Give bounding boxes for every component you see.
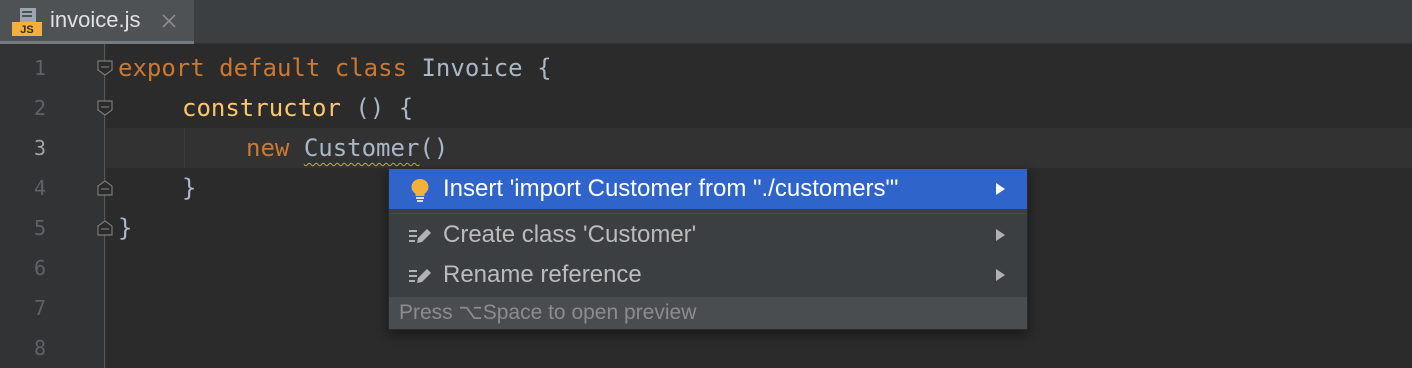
line-number: 1 — [33, 56, 46, 80]
line-number-gutter: 1 2 3 4 5 6 7 8 — [0, 44, 106, 368]
popup-separator — [389, 213, 1027, 214]
submenu-arrow-icon[interactable] — [993, 181, 1007, 197]
constructor-keyword: constructor — [182, 94, 341, 122]
fold-column — [104, 44, 105, 368]
indent-guide — [184, 128, 185, 168]
action-insert-import[interactable]: Insert 'import Customer from "./customer… — [389, 169, 1027, 209]
fold-end-icon[interactable] — [97, 220, 113, 236]
tab-invoice-js[interactable]: JS invoice.js — [0, 0, 194, 44]
javascript-file-icon: JS — [12, 8, 42, 36]
keyword-default: default — [219, 54, 321, 82]
close-brace: } — [182, 174, 197, 202]
close-brace: } — [118, 214, 133, 242]
popup-footer: Press ⌥Space to open preview — [389, 297, 1027, 329]
line-number: 8 — [33, 336, 46, 360]
intention-actions-popup: Insert 'import Customer from "./customer… — [388, 168, 1028, 330]
close-icon[interactable] — [160, 12, 178, 30]
line-number: 4 — [33, 176, 46, 200]
unresolved-reference[interactable]: Customer — [304, 134, 420, 162]
preview-hint: Press ⌥Space to open preview — [399, 301, 697, 324]
keyword-class: class — [334, 54, 408, 82]
line-number: 6 — [33, 256, 46, 280]
lightbulb-icon — [411, 179, 429, 202]
submenu-arrow-icon[interactable] — [993, 227, 1007, 243]
fold-end-icon[interactable] — [97, 180, 113, 196]
action-label: Rename reference — [443, 261, 642, 288]
action-label: Create class 'Customer' — [443, 221, 697, 248]
action-label: Insert 'import Customer from "./customer… — [443, 175, 899, 202]
submenu-arrow-icon[interactable] — [993, 267, 1007, 283]
class-name: Invoice — [421, 54, 523, 82]
open-brace: { — [537, 54, 552, 82]
editor-tab-bar: JS invoice.js — [0, 0, 1412, 44]
pencil-edit-icon — [409, 229, 431, 243]
tab-label: invoice.js — [50, 7, 141, 32]
code-line-5: } — [118, 208, 132, 248]
pencil-edit-icon — [409, 269, 431, 283]
code-line-1: export default class Invoice { — [118, 48, 552, 88]
fold-collapse-icon[interactable] — [97, 60, 113, 76]
action-create-class[interactable]: Create class 'Customer' — [389, 215, 1027, 255]
js-badge: JS — [20, 24, 33, 36]
constructor-params: () { — [355, 94, 414, 122]
code-line-3: new Customer() — [246, 128, 448, 168]
keyword-new: new — [246, 134, 290, 162]
code-line-2: constructor () { — [182, 88, 413, 128]
line-number: 7 — [33, 296, 46, 320]
call-parens: () — [419, 134, 449, 162]
current-line-number: 3 — [33, 136, 46, 160]
fold-collapse-icon[interactable] — [97, 100, 113, 116]
action-rename-reference[interactable]: Rename reference — [389, 255, 1027, 295]
code-line-4: } — [182, 168, 196, 208]
line-number: 5 — [33, 216, 46, 240]
line-number: 2 — [33, 96, 46, 120]
keyword-export: export — [118, 54, 205, 82]
